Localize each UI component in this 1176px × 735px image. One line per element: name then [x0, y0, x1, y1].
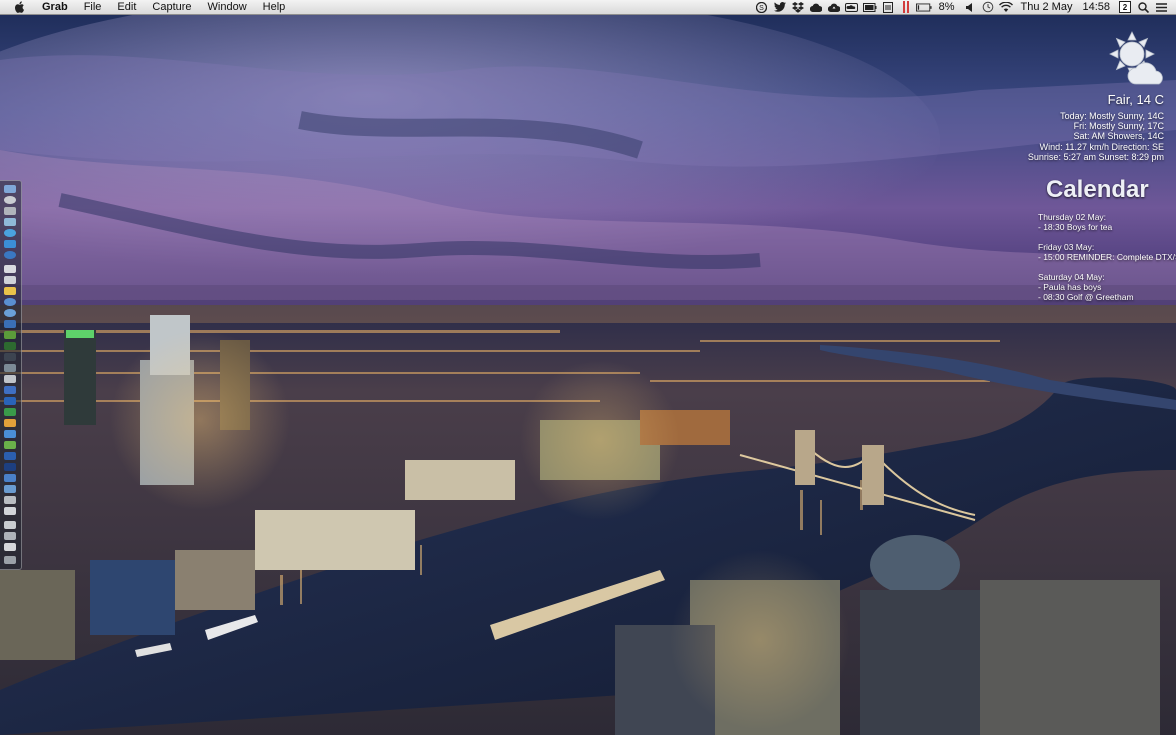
dock-app-icon[interactable] — [4, 408, 16, 416]
calendar-event: - 18:30 Boys for tea — [1038, 222, 1113, 232]
weather-sun-times: Sunrise: 5:27 am Sunset: 8:29 pm — [1027, 151, 1164, 162]
dock-app-icon[interactable] — [4, 397, 16, 405]
dock-app-icon[interactable] — [4, 507, 16, 515]
calendar-day-heading: Thursday 02 May: — [1038, 212, 1107, 222]
dropbox-icon[interactable] — [790, 0, 806, 15]
desktop-wallpaper — [0, 0, 1176, 735]
dock-app-icon[interactable] — [4, 276, 16, 284]
calendar-title: Calendar — [1046, 176, 1149, 203]
ist-menu-icon[interactable] — [898, 0, 914, 15]
dock-app-icon[interactable] — [4, 463, 16, 471]
dock-app-icon[interactable] — [4, 218, 16, 226]
menu-app-grab[interactable]: Grab — [34, 0, 76, 15]
time-machine-icon[interactable] — [980, 0, 996, 15]
calendar-day: Saturday 04 May: - Paula has boys - 08:3… — [1038, 272, 1176, 302]
dock-app-icon[interactable] — [4, 251, 16, 259]
dock-app-icon[interactable] — [4, 474, 16, 482]
dock-app-icon[interactable] — [4, 320, 16, 328]
dock-app-icon[interactable] — [4, 353, 16, 361]
weather-sat: Sat: AM Showers, 14C — [1073, 131, 1164, 142]
weather-condition: Fair, 14 C — [1107, 92, 1164, 107]
dock-app-icon[interactable] — [4, 543, 16, 551]
calendar-badge: 2 — [1122, 2, 1128, 12]
calendar-day-heading: Saturday 04 May: — [1038, 272, 1105, 282]
search-icon[interactable] — [1135, 0, 1151, 15]
menu-window[interactable]: Window — [200, 0, 255, 15]
cloud-upload-icon[interactable] — [826, 0, 842, 15]
menu-capture[interactable]: Capture — [144, 0, 199, 15]
dock-app-icon[interactable] — [4, 331, 16, 339]
dock-app-icon[interactable] — [4, 430, 16, 438]
menubar-date[interactable]: Thu 2 May — [1015, 0, 1077, 15]
calendar-day: Friday 03 May: - 15:00 REMINDER: Complet… — [1038, 242, 1176, 262]
menubar-time[interactable]: 14:58 — [1076, 0, 1116, 15]
dock-app-icon[interactable] — [4, 196, 16, 204]
cloud-icon[interactable] — [808, 0, 824, 15]
calendar-day-heading: Friday 03 May: — [1038, 242, 1095, 252]
svg-text:S: S — [759, 5, 764, 12]
battery-percent[interactable]: 8% — [933, 0, 961, 15]
dock-app-icon[interactable] — [4, 375, 16, 383]
dock-app-icon[interactable] — [4, 342, 16, 350]
dock-app-icon[interactable] — [4, 309, 16, 317]
dock-app-icon[interactable] — [4, 185, 16, 193]
dock-app-icon[interactable] — [4, 207, 16, 215]
cloud-app-icon[interactable] — [844, 0, 860, 15]
calendar-day: Thursday 02 May: - 18:30 Boys for tea — [1038, 212, 1176, 232]
volume-icon[interactable] — [962, 0, 978, 15]
calendar-event: - 15:00 REMINDER: Complete DTX/S — [1038, 252, 1176, 262]
dock-app-icon[interactable] — [4, 298, 16, 306]
battery-icon[interactable] — [915, 0, 932, 15]
skype-icon[interactable]: S — [754, 0, 770, 15]
weather-wind: Wind: 11.27 km/h Direction: SE — [1039, 141, 1164, 152]
dock-app-icon[interactable] — [4, 287, 16, 295]
dock-trash-icon[interactable] — [4, 556, 16, 564]
dock-app-icon[interactable] — [4, 386, 16, 394]
battery-full-icon[interactable] — [862, 0, 878, 15]
cycle-icon[interactable] — [880, 0, 896, 15]
dock-app-icon[interactable] — [4, 452, 16, 460]
weather-fri: Fri: Mostly Sunny, 17C — [1073, 121, 1164, 132]
sun-cloud-icon — [1109, 31, 1163, 85]
dock-app-icon[interactable] — [4, 265, 16, 273]
dock-app-icon[interactable] — [4, 441, 16, 449]
twitter-icon[interactable] — [772, 0, 788, 15]
dock — [0, 180, 22, 570]
dock-app-icon[interactable] — [4, 496, 16, 504]
dock-app-icon[interactable] — [4, 532, 16, 540]
menu-file[interactable]: File — [76, 0, 110, 15]
apple-logo-icon[interactable] — [10, 0, 28, 15]
menu-bar: Grab File Edit Capture Window Help S 8% … — [0, 0, 1176, 15]
list-icon[interactable] — [1153, 0, 1169, 15]
wifi-icon[interactable] — [998, 0, 1014, 15]
dock-app-icon[interactable] — [4, 521, 16, 529]
menu-edit[interactable]: Edit — [109, 0, 144, 15]
dock-app-icon[interactable] — [4, 229, 16, 237]
dock-app-icon[interactable] — [4, 419, 16, 427]
weather-today: Today: Mostly Sunny, 14C — [1060, 111, 1164, 121]
dock-app-icon[interactable] — [4, 485, 16, 493]
dock-app-icon[interactable] — [4, 364, 16, 372]
calendar-date-icon[interactable]: 2 — [1117, 0, 1133, 15]
calendar-event: - Paula has boys — [1038, 282, 1102, 292]
menu-help[interactable]: Help — [255, 0, 294, 15]
dock-app-icon[interactable] — [4, 240, 16, 248]
calendar-event: - 08:30 Golf @ Greetham — [1038, 292, 1134, 302]
